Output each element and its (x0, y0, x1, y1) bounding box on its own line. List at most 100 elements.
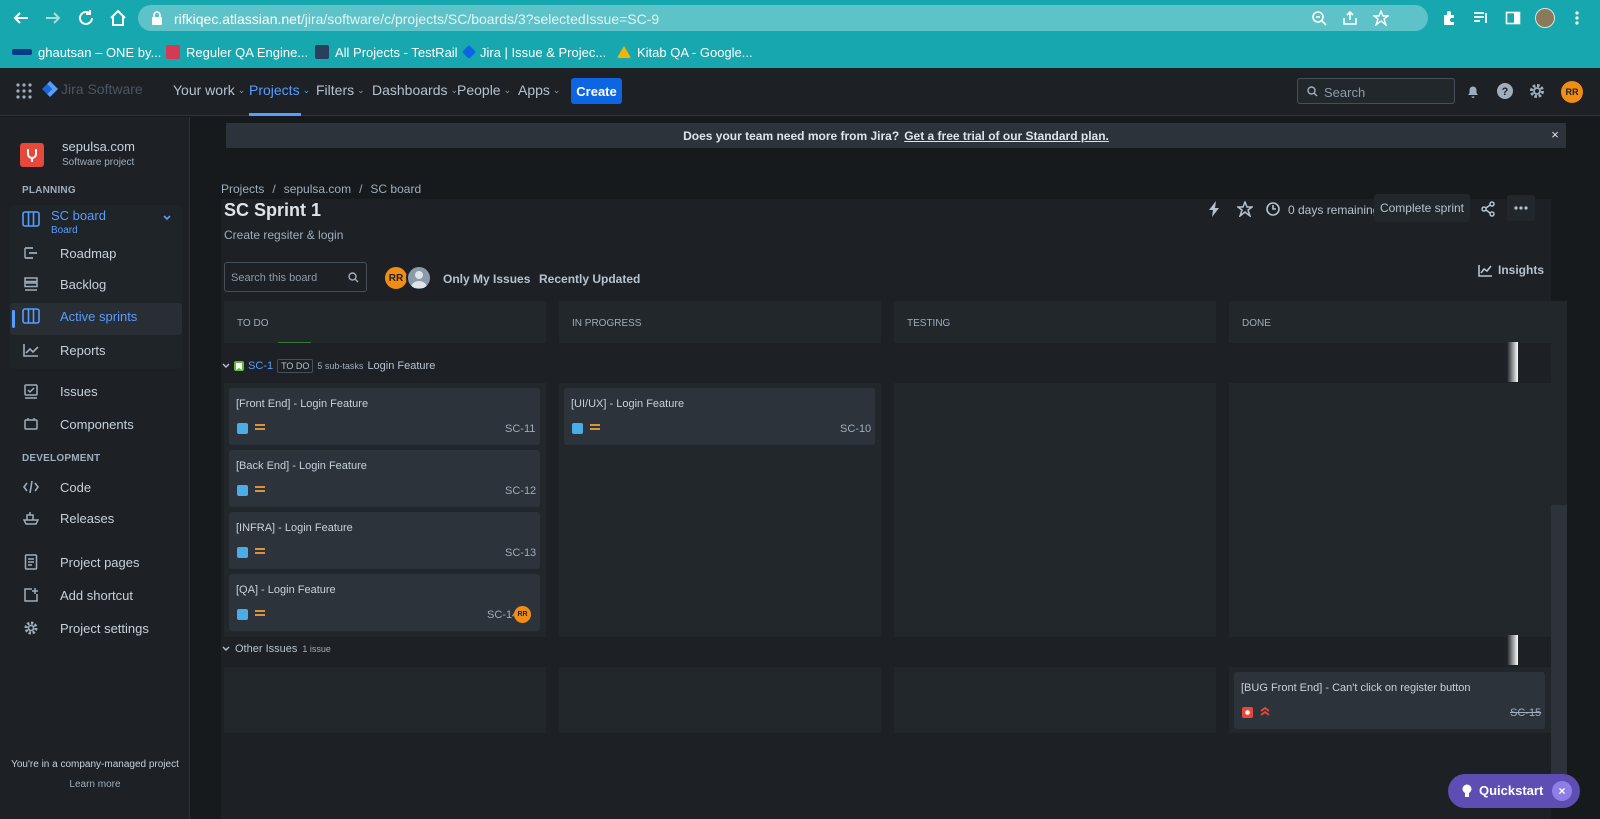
priority-medium-icon (255, 609, 265, 619)
more-actions-icon[interactable] (1507, 195, 1535, 221)
nav-apps[interactable]: Apps ⌄ (518, 82, 560, 98)
subtask-count: 5 sub-tasks (317, 361, 364, 371)
nav-dashboards[interactable]: Dashboards ⌄ (372, 82, 458, 98)
nav-your-work[interactable]: Your work ⌄ (173, 82, 245, 98)
column-header-todo: TO DO (224, 301, 546, 343)
sidebar-item-issues[interactable]: Issues (22, 376, 98, 406)
app-switcher-icon[interactable] (13, 80, 35, 102)
chevron-down-icon[interactable] (222, 646, 230, 652)
sidebar-item-active-sprints[interactable]: Active sprints (22, 301, 137, 331)
bookmark-item[interactable]: Reguler QA Engine... (166, 42, 308, 62)
extensions-icon[interactable] (1438, 7, 1460, 29)
bookmarks-bar: ghautsan – ONE by... Reguler QA Engine..… (0, 36, 1600, 68)
chevron-down-icon: ⌄ (237, 84, 246, 95)
sidebar-item-label: Reports (60, 342, 106, 358)
project-name[interactable]: sepulsa.com (62, 139, 135, 154)
close-icon[interactable]: × (1548, 128, 1562, 142)
chevron-down-icon[interactable] (222, 363, 230, 369)
nav-filters[interactable]: Filters ⌄ (316, 82, 365, 98)
share-icon[interactable] (1477, 198, 1499, 220)
swimlane-edge-shadow (1507, 635, 1518, 665)
recently-updated-filter[interactable]: Recently Updated (539, 272, 640, 286)
priority-medium-icon (255, 485, 265, 495)
sidebar-item-reports[interactable]: Reports (22, 335, 106, 365)
share-page-icon[interactable] (1341, 9, 1359, 27)
sidebar-item-code[interactable]: Code (22, 472, 91, 502)
sidebar-item-project-settings[interactable]: Project settings (22, 613, 149, 643)
automation-bolt-icon[interactable] (1203, 198, 1225, 220)
jira-logo-icon (42, 81, 58, 97)
learn-more-link[interactable]: Learn more (0, 779, 190, 790)
quickstart-button[interactable]: Quickstart × (1448, 774, 1580, 808)
active-indicator (12, 310, 15, 328)
browser-menu-icon[interactable] (1566, 7, 1588, 29)
breadcrumb-board[interactable]: SC board (370, 182, 421, 196)
settings-gear-icon[interactable] (1526, 80, 1548, 102)
zoom-icon[interactable] (1310, 9, 1328, 27)
nav-projects[interactable]: Projects ⌄ (249, 82, 310, 98)
bookmark-item[interactable]: Jira | Issue & Projec... (461, 42, 606, 62)
breadcrumb-projects[interactable]: Projects (221, 182, 264, 196)
help-icon[interactable]: ? (1494, 80, 1516, 102)
star-icon[interactable] (1234, 198, 1256, 220)
sidebar-item-add-shortcut[interactable]: Add shortcut (22, 580, 133, 610)
url-bar[interactable]: rifkiqec.atlassian.net/jira/software/c/p… (138, 5, 1428, 31)
insights-button[interactable]: Insights (1478, 263, 1544, 277)
bookmark-label: Reguler QA Engine... (186, 44, 309, 60)
swimlane-header-other[interactable]: Other Issues 1 issue (222, 643, 331, 655)
sidebar-item-project-pages[interactable]: Project pages (22, 547, 140, 577)
chevron-down-icon[interactable] (162, 214, 172, 222)
assignee-avatar[interactable]: RR (514, 606, 531, 623)
swimlane-header-sc1[interactable]: SC-1 TO DO 5 sub-tasks Login Feature (222, 359, 435, 373)
only-my-issues-filter[interactable]: Only My Issues (443, 272, 530, 286)
jira-logo[interactable]: Jira Software (42, 81, 143, 97)
notifications-icon[interactable] (1462, 80, 1484, 102)
create-button[interactable]: Create (571, 78, 622, 104)
subtask-type-icon (237, 423, 248, 434)
issue-key-link[interactable]: SC-1 (248, 360, 273, 372)
lock-icon[interactable] (148, 9, 166, 27)
project-avatar-icon[interactable] (20, 143, 44, 167)
global-search-input[interactable]: Search (1297, 78, 1455, 104)
issue-card[interactable]: [INFRA] - Login Feature SC-13 (229, 512, 540, 569)
bookmark-star-icon[interactable] (1372, 9, 1390, 27)
close-icon[interactable]: × (1552, 781, 1572, 801)
complete-sprint-button[interactable]: Complete sprint (1374, 194, 1470, 222)
active-nav-indicator (249, 113, 301, 116)
issue-card[interactable]: [QA] - Login Feature SC-14 RR (229, 574, 540, 631)
banner-trial-link[interactable]: Get a free trial of our Standard plan. (904, 129, 1109, 143)
board-columns-icon (22, 307, 40, 325)
forward-icon[interactable] (42, 7, 64, 29)
column-title: DONE (1242, 318, 1271, 329)
company-managed-note: You're in a company-managed project (11, 759, 179, 770)
back-icon[interactable] (10, 7, 32, 29)
side-panel-icon[interactable] (1502, 7, 1524, 29)
breadcrumb-project[interactable]: sepulsa.com (284, 182, 351, 196)
sidebar-item-releases[interactable]: Releases (22, 503, 114, 533)
sidebar-item-roadmap[interactable]: Roadmap (22, 238, 116, 268)
bookmark-favicon-icon (315, 45, 329, 59)
bookmark-item[interactable]: All Projects - TestRail (315, 42, 458, 62)
nav-people[interactable]: People ⌄ (457, 82, 511, 98)
sidebar-item-backlog[interactable]: Backlog (22, 269, 106, 299)
issue-card[interactable]: [BUG Front End] - Can't click on registe… (1234, 672, 1545, 729)
bookmark-item[interactable]: Kitab QA - Google... (617, 42, 753, 62)
issue-card[interactable]: [Back End] - Login Feature SC-12 (229, 450, 540, 507)
card-summary: [Back End] - Login Feature (236, 460, 367, 472)
board-scrollbar-thumb[interactable] (1551, 505, 1567, 803)
profile-avatar-icon[interactable] (1534, 7, 1556, 29)
issue-card[interactable]: [UI/UX] - Login Feature SC-10 (564, 388, 875, 445)
project-sidebar: sepulsa.com Software project PLANNING SC… (0, 117, 190, 819)
bookmark-label: All Projects - TestRail (335, 44, 458, 60)
home-icon[interactable] (107, 7, 129, 29)
board-search-input[interactable]: Search this board (224, 262, 367, 292)
issue-card[interactable]: [Front End] - Login Feature SC-11 (229, 388, 540, 445)
reading-list-icon[interactable] (1470, 7, 1492, 29)
reload-icon[interactable] (75, 7, 97, 29)
url-text[interactable]: rifkiqec.atlassian.net/jira/software/c/p… (174, 11, 659, 27)
board-selector[interactable]: SC board (51, 208, 106, 223)
sidebar-item-components[interactable]: Components (22, 409, 134, 439)
bookmark-item[interactable]: ghautsan – ONE by... (12, 42, 161, 62)
user-avatar[interactable]: RR (1561, 81, 1583, 103)
unassigned-avatar-icon[interactable] (406, 265, 432, 291)
